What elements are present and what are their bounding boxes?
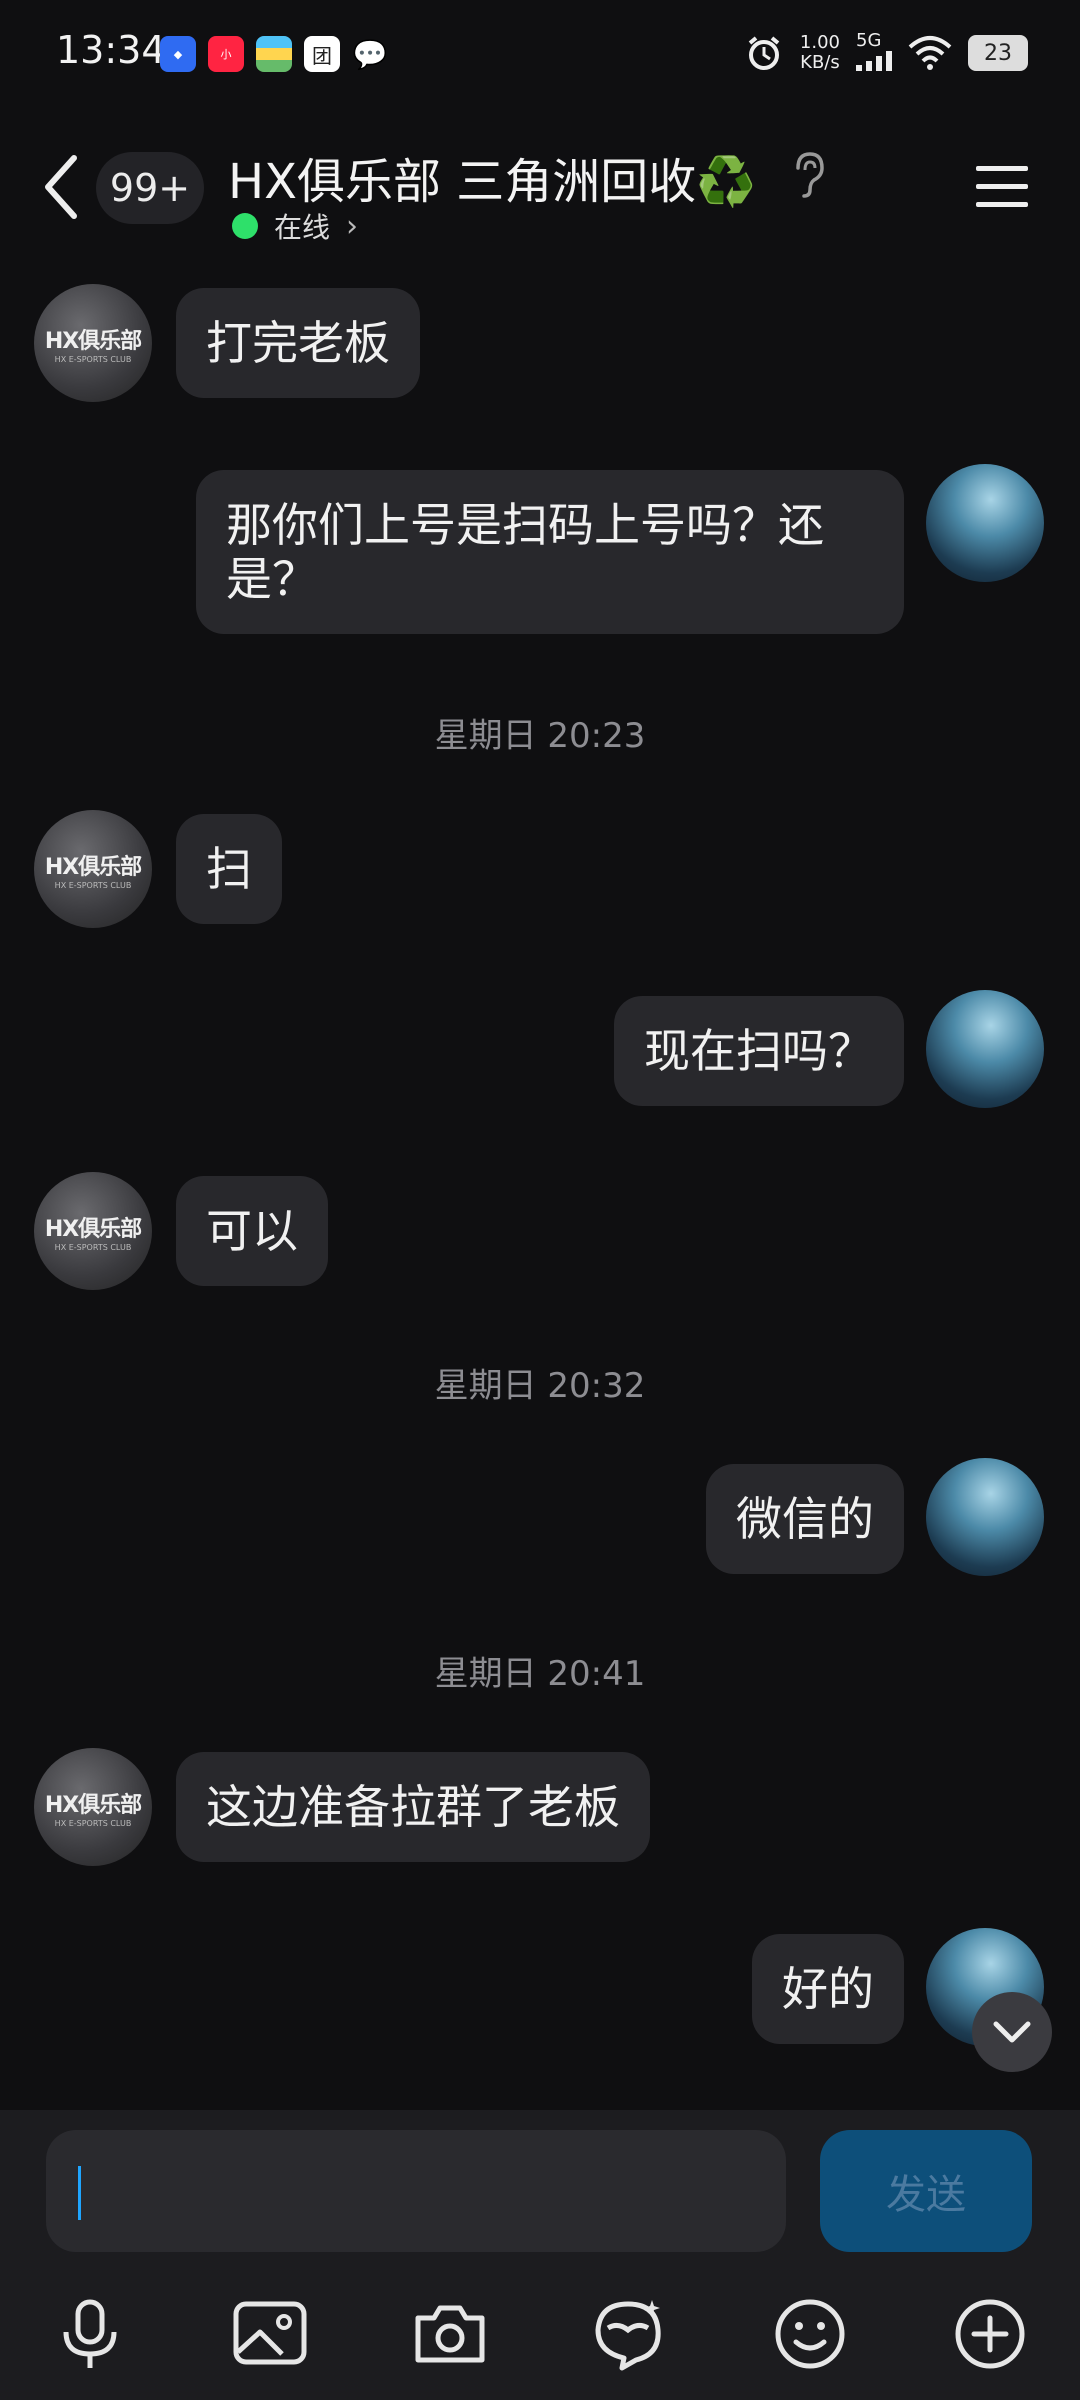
message-bubble-incoming[interactable]: 可以: [176, 1176, 328, 1286]
message-list[interactable]: HX俱乐部 HX E-SPORTS CLUB 打完老板 那你们上号是扫码上号吗？…: [0, 260, 1080, 2100]
mic-icon[interactable]: [50, 2294, 130, 2374]
xiaohongshu-icon: 小: [208, 36, 244, 72]
my-avatar[interactable]: [926, 990, 1044, 1108]
meituan-icon: 团: [304, 36, 340, 72]
signal-icon: [856, 51, 892, 71]
plus-icon[interactable]: [950, 2294, 1030, 2374]
message-bubble-incoming[interactable]: 打完老板: [176, 288, 420, 398]
speed-unit: KB/s: [800, 52, 840, 73]
online-label: 在线: [274, 211, 331, 244]
message-bubble-incoming[interactable]: 这边准备拉群了老板: [176, 1752, 650, 1862]
club-logo-subtext: HX E-SPORTS CLUB: [54, 354, 132, 364]
back-icon[interactable]: [40, 152, 80, 222]
timestamp: 星期日 20:23: [434, 716, 646, 756]
contact-avatar[interactable]: HX俱乐部 HX E-SPORTS CLUB: [34, 1172, 152, 1290]
online-dot: [232, 213, 258, 239]
my-avatar[interactable]: [926, 464, 1044, 582]
ear-icon[interactable]: [790, 150, 826, 200]
image-icon[interactable]: [230, 2294, 310, 2374]
chevron-right-icon: ›: [346, 208, 359, 244]
wallet-icon: [256, 36, 292, 72]
message-bubble-incoming[interactable]: 扫: [176, 814, 282, 924]
contact-avatar[interactable]: HX俱乐部 HX E-SPORTS CLUB: [34, 810, 152, 928]
status-bar: 13:34 ◆ 小 团 💬 1.00 KB/s 5G 23: [0, 0, 1080, 110]
message-input[interactable]: [46, 2130, 786, 2252]
club-logo-subtext: HX E-SPORTS CLUB: [54, 880, 132, 890]
alarm-icon: [748, 36, 780, 70]
emoji-icon[interactable]: [770, 2294, 850, 2374]
send-button[interactable]: 发送: [820, 2130, 1032, 2252]
contact-avatar[interactable]: HX俱乐部 HX E-SPORTS CLUB: [34, 284, 152, 402]
scroll-to-bottom-button[interactable]: [972, 1992, 1052, 2072]
club-logo-text: HX俱乐部: [44, 1792, 142, 1818]
camera-icon[interactable]: [410, 2294, 490, 2374]
message-bubble-outgoing[interactable]: 那你们上号是扫码上号吗？还是？: [196, 470, 904, 634]
contact-avatar[interactable]: HX俱乐部 HX E-SPORTS CLUB: [34, 1748, 152, 1866]
timestamp: 星期日 20:32: [434, 1366, 646, 1406]
input-toolbar: [0, 2280, 1080, 2390]
menu-icon[interactable]: [976, 166, 1028, 208]
wechat-icon: 💬: [352, 37, 388, 71]
message-bubble-outgoing[interactable]: 微信的: [706, 1464, 904, 1574]
unread-badge[interactable]: 99+: [96, 152, 204, 224]
wifi-icon: [908, 36, 952, 70]
club-logo-subtext: HX E-SPORTS CLUB: [54, 1242, 132, 1252]
club-logo-text: HX俱乐部: [44, 1216, 142, 1242]
input-bar: 发送: [0, 2110, 1080, 2400]
notification-icons: ◆ 小 团 💬: [160, 36, 388, 72]
status-time: 13:34: [56, 28, 166, 72]
club-logo-text: HX俱乐部: [44, 328, 142, 354]
club-logo-text: HX俱乐部: [44, 854, 142, 880]
blue-app-icon: ◆: [160, 36, 196, 72]
online-status[interactable]: 在线 ›: [232, 206, 358, 246]
sticker-icon[interactable]: [588, 2294, 668, 2374]
text-cursor: [78, 2166, 81, 2220]
chevron-down-icon: [993, 2021, 1031, 2043]
network-type: 5G: [856, 30, 892, 76]
club-logo-subtext: HX E-SPORTS CLUB: [54, 1818, 132, 1828]
message-bubble-outgoing[interactable]: 好的: [752, 1934, 904, 2044]
timestamp: 星期日 20:41: [434, 1654, 646, 1694]
network-label: 5G: [856, 30, 882, 51]
battery-indicator: 23: [968, 35, 1028, 71]
speed-value: 1.00: [799, 32, 840, 53]
network-speed: 1.00 KB/s: [800, 33, 840, 73]
my-avatar[interactable]: [926, 1458, 1044, 1576]
chat-title[interactable]: HX俱乐部 三角洲回收♻️: [228, 142, 756, 212]
chat-header: 99+ HX俱乐部 三角洲回收♻️ 在线 ›: [0, 130, 1080, 250]
message-bubble-outgoing[interactable]: 现在扫吗？: [614, 996, 904, 1106]
